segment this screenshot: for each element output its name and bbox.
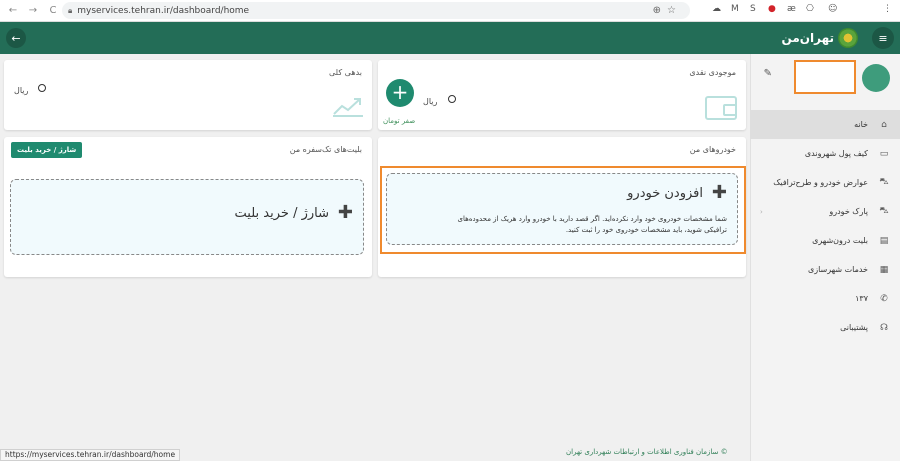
profile-area: ✎ (750, 54, 900, 110)
sidebar-item-label: خدمات شهرسازی (807, 265, 868, 274)
wallet-icon: ▭ (879, 148, 889, 159)
sidebar-item-label: خانه (854, 120, 868, 129)
sidebar-item-car-tolls[interactable]: ⛍ عوارض خودرو و طرح‌ترافیک (750, 168, 900, 197)
currency-label: ریال (423, 97, 438, 106)
address-bar[interactable]: 🔒︎ myservices.tehran.ir/dashboard/home ⊕… (62, 2, 690, 19)
reload-icon[interactable]: C (46, 5, 60, 16)
extension-icon[interactable]: S (750, 4, 756, 14)
card-title: موجودی نقدی (689, 68, 736, 77)
sidebar-item-urban-services[interactable]: ▦ خدمات شهرسازی (750, 255, 900, 284)
car-icon: ⛍ (879, 177, 889, 187)
sidebar-item-137[interactable]: ✆ ۱۳۷ (750, 284, 900, 313)
trend-chart-icon (333, 98, 363, 117)
sidebar-item-city-ticket[interactable]: ▤ بلیت درون‌شهری (750, 226, 900, 255)
building-icon: ▦ (879, 264, 889, 275)
account-icon[interactable]: ☺ (828, 4, 837, 14)
flower-logo-icon (838, 28, 858, 48)
sidebar-item-label: بلیت درون‌شهری (812, 236, 868, 245)
cash-balance-card: موجودی نقدی ریال + صفر تومان (378, 60, 746, 130)
star-icon[interactable]: ⊕☆ (653, 5, 682, 16)
card-title: بلیت‌های تک‌سفره من (289, 145, 362, 154)
extension-icon[interactable]: ☁ (712, 4, 721, 14)
sidebar-item-label: کیف پول شهروندی (804, 149, 868, 158)
balance-zero-text: صفر تومان (383, 117, 416, 125)
sidebar-nav: ⌂ خانه ▭ کیف پول شهروندی ⛍ عوارض خودرو و… (750, 110, 900, 342)
avatar[interactable] (862, 64, 890, 92)
sidebar-item-car-parking[interactable]: ⛍ پارک خودرو ‹ (750, 197, 900, 226)
add-balance-button[interactable]: + (386, 79, 414, 107)
user-name-box (794, 60, 856, 94)
back-arrow-icon[interactable]: ← (6, 5, 20, 16)
circle-icon (448, 95, 456, 103)
browser-toolbar: ← → C 🔒︎ myservices.tehran.ir/dashboard/… (0, 0, 900, 22)
hamburger-menu-button[interactable]: ≡ (872, 27, 894, 49)
address-url: myservices.tehran.ir/dashboard/home (77, 5, 250, 16)
plus-icon: ✚ (337, 202, 353, 223)
sidebar-item-label: عوارض خودرو و طرح‌ترافیک (773, 178, 868, 187)
status-bar-url: https://myservices.tehran.ir/dashboard/h… (0, 449, 181, 461)
highlight-frame (380, 166, 746, 254)
more-icon[interactable]: ⋮ (883, 4, 892, 14)
single-trip-tickets-card: بلیت‌های تک‌سفره من شارژ / خرید بلیت ✚ ش… (4, 137, 372, 277)
home-icon: ⌂ (881, 119, 887, 130)
currency-label: ریال (14, 86, 29, 95)
extension-icon[interactable]: M (731, 4, 739, 14)
circle-icon (38, 84, 46, 92)
copyright-text: © سازمان فناوری اطلاعات و ارتباطات شهردا… (566, 448, 728, 456)
sidebar: ✎ ⌂ خانه ▭ کیف پول شهروندی ⛍ عوارض خودرو… (750, 54, 900, 461)
brand-name: تهران‌من (781, 31, 834, 45)
sidebar-item-label: ۱۳۷ (855, 294, 868, 303)
phone-icon: ✆ (880, 293, 888, 304)
chevron-left-icon: ‹ (760, 207, 763, 216)
lock-icon: 🔒︎ (68, 5, 73, 15)
app-header: ← تهران‌من ≡ (0, 22, 900, 54)
extension-icon[interactable]: æ (787, 4, 796, 14)
charge-buy-ticket-box[interactable]: ✚ شارژ / خرید بلیت (10, 179, 364, 255)
sidebar-item-home[interactable]: ⌂ خانه (750, 110, 900, 139)
sidebar-item-label: پشتیبانی (840, 323, 868, 332)
extension-icon[interactable]: ⎔ (806, 4, 814, 14)
wallet-illustration-icon (705, 96, 737, 120)
headset-icon: ☊ (880, 322, 888, 333)
sidebar-item-label: پارک خودرو (829, 207, 868, 216)
card-title: خودروهای من (689, 145, 736, 154)
charge-buy-ticket-title: شارژ / خرید بلیت (234, 206, 329, 221)
ticket-icon: ▤ (879, 235, 889, 246)
charge-buy-ticket-button[interactable]: شارژ / خرید بلیت (11, 142, 83, 158)
total-debt-card: بدهی کلی ریال (4, 60, 372, 130)
forward-arrow-icon[interactable]: → (26, 5, 40, 16)
brand-logo[interactable]: تهران‌من (782, 28, 858, 48)
parking-car-icon: ⛍ (879, 206, 889, 216)
card-title: بدهی کلی (329, 68, 362, 77)
sidebar-item-wallet[interactable]: ▭ کیف پول شهروندی (750, 139, 900, 168)
pinterest-icon[interactable]: ● (768, 4, 776, 14)
pencil-icon[interactable]: ✎ (764, 68, 772, 79)
back-button[interactable]: ← (6, 28, 26, 48)
sidebar-item-support[interactable]: ☊ پشتیبانی (750, 313, 900, 342)
